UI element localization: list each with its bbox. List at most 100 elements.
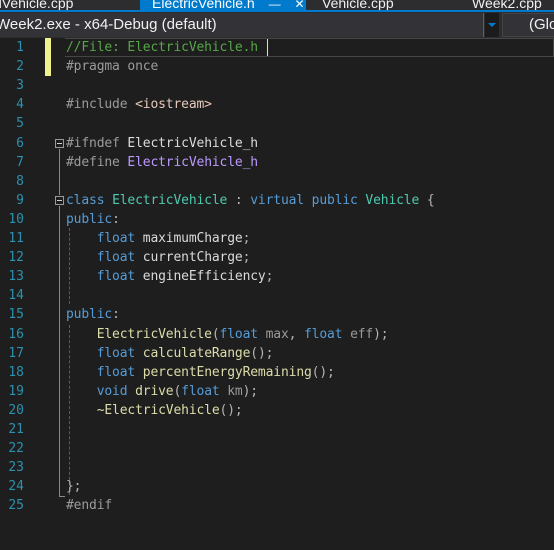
navigation-bar: Week2.exe - x64-Debug (default) (Glo bbox=[0, 12, 554, 38]
code-token: float bbox=[219, 326, 266, 342]
scope-dropdown-value: (Glo bbox=[529, 16, 554, 33]
code-line[interactable]: }; bbox=[66, 477, 82, 496]
line-number: 13 bbox=[8, 269, 24, 285]
line-number: 20 bbox=[8, 402, 24, 418]
code-line[interactable]: #endif bbox=[66, 496, 112, 515]
code-token: }; bbox=[66, 479, 82, 495]
code-line[interactable]: #ifndef ElectricVehicle_h bbox=[66, 134, 258, 153]
line-number: 9 bbox=[16, 192, 24, 208]
code-token: ElectricVehicle bbox=[66, 326, 212, 342]
code-token: float bbox=[181, 383, 228, 399]
line-number: 15 bbox=[8, 307, 24, 323]
project-dropdown-button[interactable] bbox=[485, 13, 499, 37]
line-number: 24 bbox=[8, 479, 24, 495]
code-line[interactable]: float engineEfficiency; bbox=[66, 267, 274, 286]
code-token: drive bbox=[135, 383, 174, 399]
code-line[interactable]: #pragma once bbox=[66, 57, 158, 76]
line-number: 6 bbox=[16, 135, 24, 151]
line-number: 11 bbox=[8, 231, 24, 246]
code-token: //File: ElectricVehicle.h bbox=[66, 40, 258, 55]
code-token: (); bbox=[311, 364, 335, 380]
fold-line-class bbox=[59, 206, 60, 496]
fold-toggle-ifndef[interactable] bbox=[55, 139, 64, 148]
code-line[interactable]: #include <iostream> bbox=[66, 95, 212, 114]
code-editor[interactable]: 1 2 3 4 5 6 7 8 9 10 11 12 13 14 15 16 17 18 19 20 21 22 23 24 2… bbox=[0, 38, 554, 550]
code-token: percentEnergyRemaining bbox=[142, 364, 312, 380]
code-token: (); bbox=[219, 402, 243, 418]
line-number: 8 bbox=[16, 173, 24, 189]
code-token: ElectricVehicle_h bbox=[127, 154, 258, 170]
code-token: ; bbox=[265, 269, 274, 285]
code-token: : bbox=[112, 211, 120, 227]
code-token: float bbox=[66, 250, 143, 266]
code-token: public bbox=[66, 307, 113, 323]
code-token: maximumCharge bbox=[142, 231, 243, 246]
code-line[interactable]: public: bbox=[66, 305, 120, 324]
code-token: (); bbox=[250, 345, 274, 361]
code-line[interactable]: void drive(float km); bbox=[66, 382, 258, 401]
fold-line-ifndef bbox=[59, 149, 60, 195]
code-line[interactable]: //File: ElectricVehicle.h bbox=[66, 38, 258, 57]
document-tab-strip: dVehicle.cpp ElectricVehicle.h ― ✕ Vehic… bbox=[0, 0, 554, 12]
line-number: 5 bbox=[16, 116, 24, 132]
code-token: virtual bbox=[250, 192, 312, 208]
code-token: max bbox=[265, 326, 289, 342]
code-line[interactable]: class ElectricVehicle : virtual public V… bbox=[66, 191, 435, 210]
code-token: ; bbox=[242, 231, 251, 246]
project-dropdown[interactable]: Week2.exe - x64-Debug (default) bbox=[0, 13, 484, 37]
code-token: Vehicle bbox=[365, 192, 420, 208]
code-line[interactable]: float maximumCharge; bbox=[66, 229, 251, 248]
code-token: calculateRange bbox=[142, 345, 251, 361]
line-number: 22 bbox=[8, 441, 24, 457]
line-number: 2 bbox=[16, 59, 24, 75]
line-number: 7 bbox=[16, 154, 24, 170]
code-line[interactable]: ElectricVehicle(float max, float eff); bbox=[66, 325, 389, 344]
line-number: 1 bbox=[16, 40, 24, 55]
code-token: : bbox=[112, 307, 120, 323]
scope-dropdown[interactable]: (Glo bbox=[502, 13, 554, 37]
code-token: <iostream> bbox=[135, 97, 212, 113]
code-token: ~ElectricVehicle bbox=[66, 402, 220, 418]
chevron-down-icon bbox=[488, 23, 496, 27]
line-number: 25 bbox=[8, 498, 24, 514]
fold-toggle-class[interactable] bbox=[55, 196, 64, 205]
code-token: ); bbox=[242, 383, 259, 399]
code-token: #endif bbox=[66, 498, 113, 514]
code-line[interactable]: float currentCharge; bbox=[66, 248, 251, 267]
code-token: #ifndef bbox=[66, 135, 128, 151]
line-number: 17 bbox=[8, 345, 24, 361]
line-number: 3 bbox=[16, 78, 24, 94]
code-token: #include bbox=[66, 97, 136, 113]
code-line[interactable]: float percentEnergyRemaining(); bbox=[66, 363, 335, 382]
code-token: public bbox=[311, 192, 366, 208]
text-caret bbox=[267, 39, 268, 56]
code-token: #define bbox=[66, 154, 128, 170]
code-token: engineEfficiency bbox=[142, 269, 266, 285]
line-number: 16 bbox=[8, 326, 24, 342]
code-token: float bbox=[304, 326, 351, 342]
code-token: ( bbox=[211, 326, 220, 342]
code-token: km bbox=[227, 383, 243, 399]
code-token: ElectricVehicle_h bbox=[127, 135, 258, 151]
code-token: : bbox=[227, 192, 251, 208]
code-token: float bbox=[66, 364, 143, 380]
line-number: 21 bbox=[8, 422, 24, 437]
code-token: ElectricVehicle bbox=[112, 192, 228, 208]
code-line[interactable]: public: bbox=[66, 210, 120, 229]
project-dropdown-value: Week2.exe - x64-Debug (default) bbox=[0, 16, 217, 33]
line-number: 12 bbox=[8, 250, 24, 266]
line-number: 10 bbox=[8, 211, 24, 227]
code-line[interactable]: ~ElectricVehicle(); bbox=[66, 401, 243, 420]
code-line[interactable]: float calculateRange(); bbox=[66, 344, 274, 363]
code-line[interactable]: #define ElectricVehicle_h bbox=[66, 153, 258, 172]
line-number: 14 bbox=[8, 288, 24, 304]
code-token: currentCharge bbox=[142, 250, 243, 266]
code-token: public bbox=[66, 211, 113, 227]
code-token: ; bbox=[242, 250, 251, 266]
line-number: 4 bbox=[16, 97, 24, 113]
code-token: { bbox=[419, 192, 435, 208]
change-marker bbox=[45, 38, 51, 76]
line-number: 23 bbox=[8, 460, 24, 476]
code-token: , bbox=[288, 326, 304, 342]
fold-end-class bbox=[59, 496, 65, 497]
